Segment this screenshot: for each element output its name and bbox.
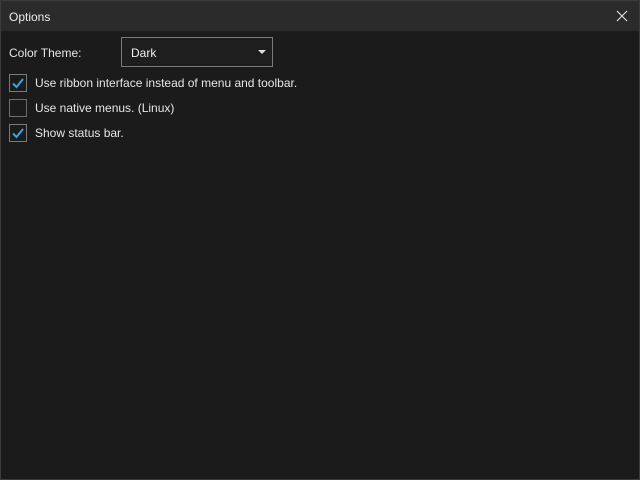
color-theme-label: Color Theme:: [9, 46, 82, 60]
options-content: Color Theme: Dark Use ribbon interface i…: [1, 31, 639, 479]
native-menus-checkbox[interactable]: [9, 99, 27, 117]
ribbon-interface-option[interactable]: Use ribbon interface instead of menu and…: [9, 73, 297, 93]
status-bar-option[interactable]: Show status bar.: [9, 123, 124, 143]
close-button[interactable]: [611, 5, 633, 27]
chevron-down-icon: [258, 50, 266, 54]
native-menus-label: Use native menus. (Linux): [35, 101, 175, 115]
color-theme-value: Dark: [131, 46, 157, 60]
options-dialog: Options Color Theme: Dark Use ribbon int…: [0, 0, 640, 480]
color-theme-select[interactable]: Dark: [121, 37, 273, 67]
native-menus-option[interactable]: Use native menus. (Linux): [9, 98, 174, 118]
title-bar: Options: [1, 1, 639, 31]
close-icon: [616, 10, 628, 22]
ribbon-interface-label: Use ribbon interface instead of menu and…: [35, 76, 298, 90]
check-icon: [12, 78, 24, 89]
window-title: Options: [9, 10, 51, 24]
ribbon-interface-checkbox[interactable]: [9, 74, 27, 92]
check-icon: [12, 128, 24, 139]
status-bar-label: Show status bar.: [35, 126, 124, 140]
status-bar-checkbox[interactable]: [9, 124, 27, 142]
